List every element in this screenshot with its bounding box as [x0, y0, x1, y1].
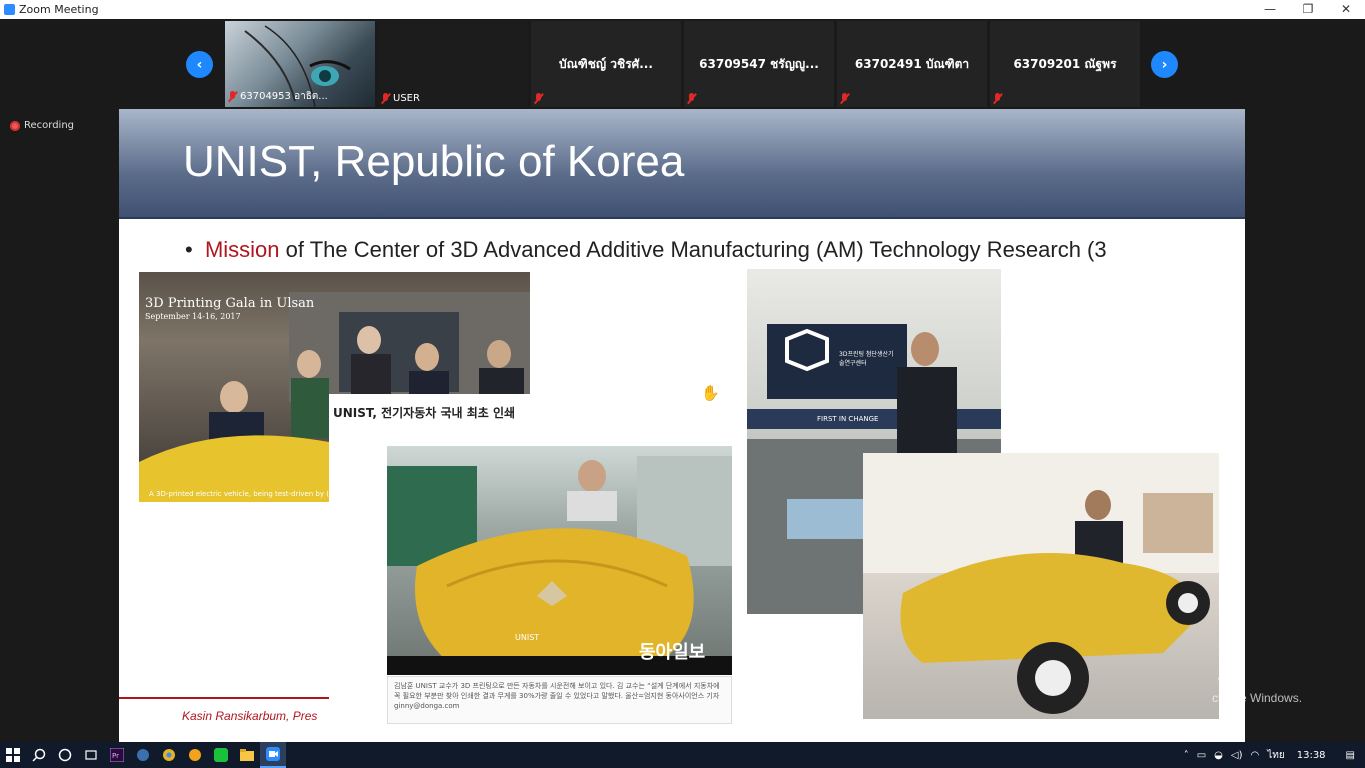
footer-divider [119, 697, 329, 699]
restore-button[interactable]: ❐ [1289, 0, 1327, 19]
research-center-sign: 3D프린팅 첨단생산기술연구센터 [839, 351, 894, 367]
svg-text:Pr: Pr [112, 752, 119, 760]
participant-name: 63702491 บัณฑิตา [854, 57, 970, 71]
unist-logo: UNIST [515, 633, 540, 642]
network-status-icon[interactable]: ◒ [1214, 750, 1223, 761]
file-explorer-icon[interactable] [234, 742, 260, 768]
donga-watermark: 동아일보 [639, 642, 706, 663]
participant-gallery: ‹ 63704953 อาธิต... USER บัณฑิชญ์ วชิรศั… [0, 19, 1365, 108]
participant-name: บัณฑิชญ์ วชิรศั... [559, 57, 653, 71]
window-controls: — ❐ ✕ [1251, 0, 1365, 19]
participant-label: USER [381, 93, 420, 104]
participant-label [534, 93, 543, 104]
photo-3d-car: UNIST 동아일보 [387, 446, 732, 675]
participant-label [993, 93, 1002, 104]
participant-tile[interactable]: 63709201 ณัฐพร [990, 21, 1140, 107]
bullet-point: • Mission of The Center of 3D Advanced A… [185, 237, 1107, 262]
window-titlebar: Zoom Meeting — ❐ ✕ [0, 0, 1365, 19]
bullet-text: of The Center of 3D Advanced Additive Ma… [279, 237, 1107, 262]
clock[interactable]: 13:38 [1297, 750, 1326, 761]
game-app-icon[interactable] [130, 742, 156, 768]
orange-app-icon[interactable] [182, 742, 208, 768]
windows-taskbar: Pr ˄ ▭ ◒ ◁) ◠ ไทย 13:38 ▤ [0, 742, 1365, 768]
windows-start-icon[interactable] [0, 742, 26, 768]
input-language[interactable]: ไทย [1267, 748, 1284, 763]
newspaper-caption: 김남훈 UNIST 교수가 3D 프린팅으로 만든 자동차를 시운전해 보이고 … [387, 676, 732, 724]
participant-tile[interactable]: บัณฑิชญ์ วชิรศั... [531, 21, 681, 107]
mic-muted-icon [228, 91, 237, 102]
wifi-icon[interactable]: ◠ [1251, 750, 1260, 761]
mic-muted-icon [687, 93, 696, 104]
chevron-right-icon: › [1161, 56, 1168, 73]
participant-tile[interactable]: 63702491 บัณฑิตา [837, 21, 987, 107]
bullet-highlight: Mission [204, 237, 280, 262]
zoom-app-icon [4, 4, 15, 15]
mic-muted-icon [840, 93, 849, 104]
mic-muted-icon [534, 93, 543, 104]
cortana-icon[interactable] [52, 742, 78, 768]
participant-tile[interactable]: 63704953 อาธิต... [225, 21, 375, 107]
chevron-left-icon: ‹ [196, 56, 203, 73]
chevron-up-icon[interactable]: ˄ [1184, 750, 1189, 761]
zoom-taskbar-icon[interactable] [260, 742, 286, 768]
activate-windows-line1: ws [1218, 673, 1233, 687]
photo-car-driver [863, 453, 1219, 719]
chrome-icon[interactable] [156, 742, 182, 768]
line-app-icon[interactable] [208, 742, 234, 768]
participant-name: 63709547 ชรัญญู... [699, 57, 819, 71]
presenter-name: Kasin Ransikarbum, Pres [182, 709, 318, 723]
mic-muted-icon [381, 93, 390, 104]
participant-tile[interactable]: 63709547 ชรัญญู... [684, 21, 834, 107]
photo-gala-caption: A 3D-printed electric vehicle, being tes… [149, 490, 359, 498]
minimize-button[interactable]: — [1251, 0, 1289, 19]
gallery-prev-button[interactable]: ‹ [186, 51, 213, 78]
car-driver-image [863, 453, 1219, 714]
slide-header: UNIST, Republic of Korea [119, 109, 1245, 219]
window-title: Zoom Meeting [19, 3, 99, 16]
activate-windows-line2: ctivate Windows. [1212, 691, 1303, 705]
notification-icon[interactable]: ▤ [1346, 750, 1355, 761]
first-in-change-banner: FIRST IN CHANGE [817, 415, 879, 423]
recording-indicator[interactable]: Recording [10, 120, 74, 131]
search-icon[interactable] [26, 742, 52, 768]
volume-icon[interactable]: ◁) [1231, 750, 1243, 761]
system-tray: ˄ ▭ ◒ ◁) ◠ ไทย 13:38 ▤ [1184, 742, 1365, 768]
mic-muted-icon [993, 93, 1002, 104]
premiere-icon[interactable]: Pr [104, 742, 130, 768]
record-icon [10, 120, 20, 131]
participant-label [687, 93, 696, 104]
slide-title: UNIST, Republic of Korea [183, 137, 685, 186]
participant-label [840, 93, 849, 104]
hand-cursor-icon: ✋ [701, 384, 720, 402]
photo-gala-date: September 14-16, 2017 [145, 312, 241, 321]
gallery-next-button[interactable]: › [1151, 51, 1178, 78]
close-button[interactable]: ✕ [1327, 0, 1365, 19]
photo-gala-title: 3D Printing Gala in Ulsan [145, 296, 315, 311]
korean-headline: UNIST, 전기자동차 국내 최초 인쇄 [329, 402, 520, 423]
battery-icon[interactable]: ▭ [1197, 750, 1206, 761]
task-view-icon[interactable] [78, 742, 104, 768]
participant-name: 63709201 ณัฐพร [1013, 57, 1117, 71]
shared-slide: UNIST, Republic of Korea • Mission of Th… [119, 109, 1245, 742]
participant-tile[interactable]: USER [378, 21, 528, 107]
participant-label: 63704953 อาธิต... [228, 89, 328, 104]
